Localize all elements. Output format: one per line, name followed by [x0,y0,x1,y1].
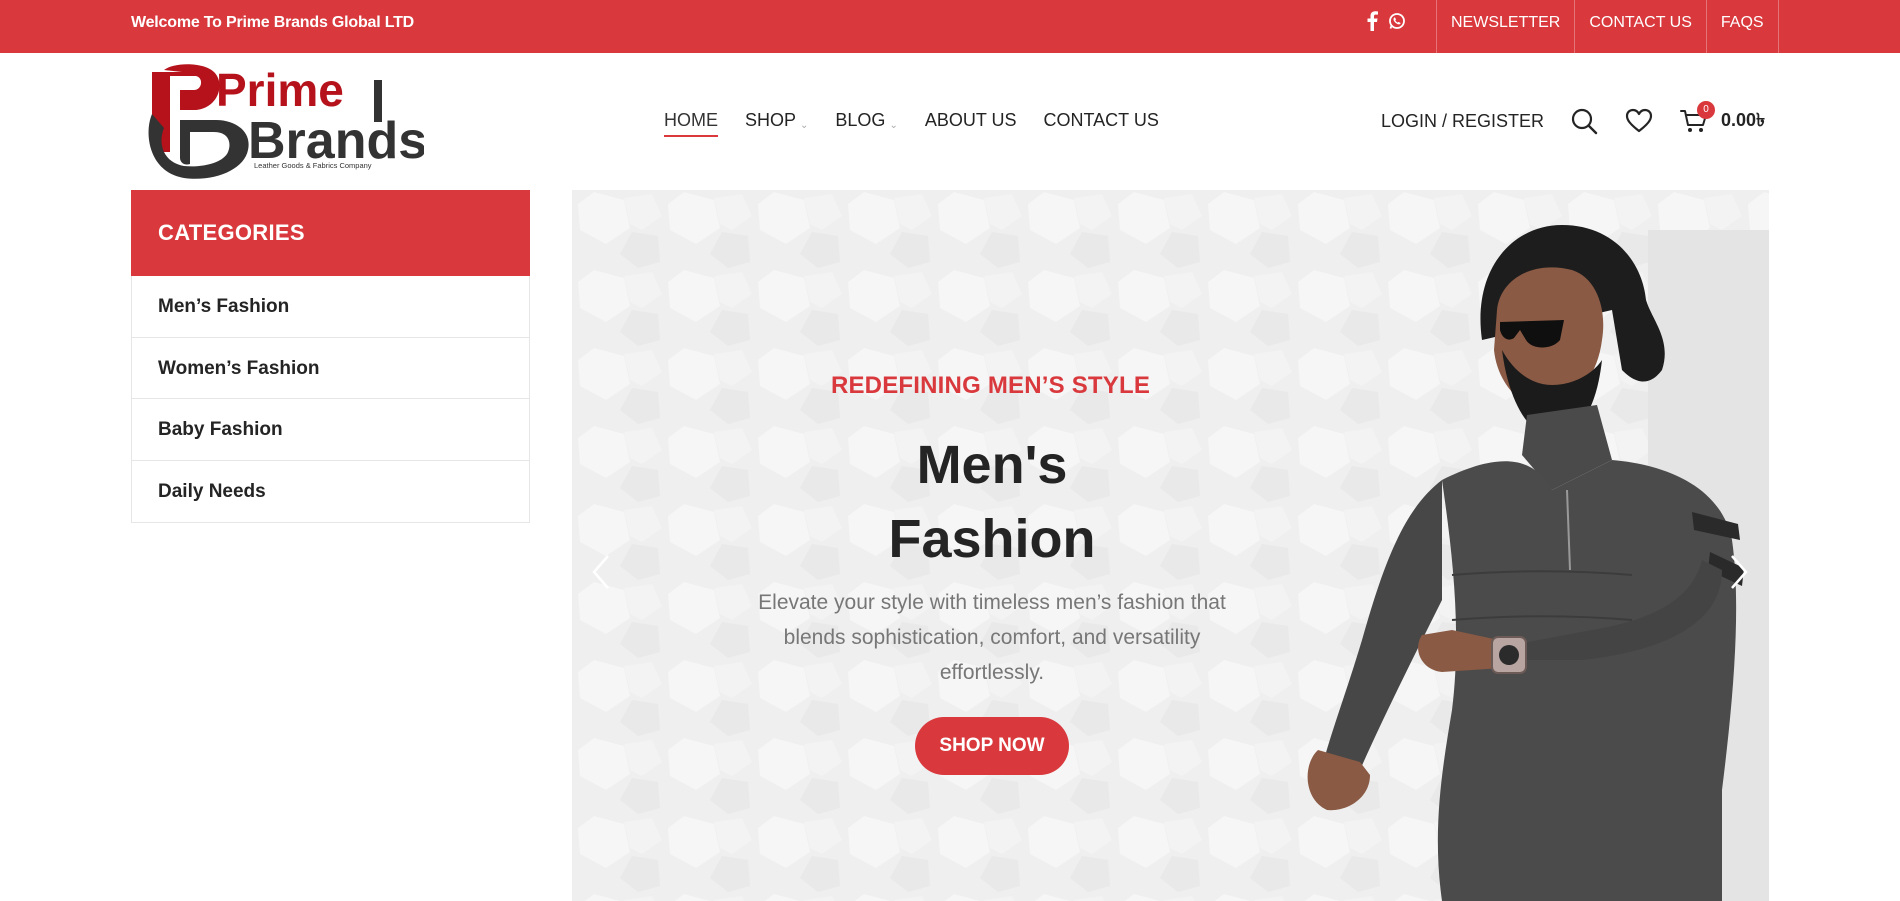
heart-icon[interactable] [1625,107,1653,135]
nav-shop-label: SHOP [745,110,797,130]
hero-model-image [1307,225,1769,901]
cart-count-badge: 0 [1697,101,1716,119]
nav-home[interactable]: HOME [664,108,718,138]
logo-word-prime: Prime [216,64,344,116]
categories-panel: CATEGORIES Men’s Fashion Women’s Fashion… [131,190,530,523]
chevron-down-icon: ⌄ [800,120,809,131]
category-womens-fashion[interactable]: Women’s Fashion [132,338,529,399]
category-baby-fashion[interactable]: Baby Fashion [132,399,529,461]
hero-description: Elevate your style with timeless men’s f… [758,591,1226,684]
search-icon[interactable] [1570,107,1598,135]
top-bar: Welcome To Prime Brands Global LTD NEWSL… [0,0,1900,53]
login-register-link[interactable]: LOGIN / REGISTER [1381,111,1544,132]
hero-slider: REDEFINING MEN’S STYLE Men's Fashion Ele… [572,190,1769,901]
main-nav: HOME SHOP ⌄ BLOG ⌄ ABOUT US CONTACT US [664,108,1159,138]
top-links: NEWSLETTER CONTACT US FAQS [1436,0,1779,53]
cart-icon[interactable]: 0 [1680,101,1716,135]
nav-about-us-label: ABOUT US [924,110,1017,130]
header-actions: LOGIN / REGISTER 0 0.00৳ [1381,101,1765,137]
facebook-icon[interactable] [1366,10,1378,36]
nav-blog-label: BLOG [835,110,886,130]
faqs-link[interactable]: FAQS [1707,0,1779,53]
nav-shop[interactable]: SHOP ⌄ [745,108,808,138]
welcome-text: Welcome To Prime Brands Global LTD [131,14,415,31]
slider-next-arrow[interactable] [1726,552,1750,592]
categories-title: CATEGORIES [131,190,530,276]
nav-contact-us[interactable]: CONTACT US [1044,108,1159,138]
logo-tagline: Leather Goods & Fabrics Company [254,161,372,170]
nav-about-us[interactable]: ABOUT US [925,108,1017,138]
cart-total[interactable]: 0.00৳ [1721,106,1765,137]
shop-now-button[interactable]: SHOP NOW [915,717,1069,775]
social-links [1366,10,1416,36]
chevron-down-icon: ⌄ [889,120,898,131]
nav-home-label: HOME [664,110,718,130]
nav-contact-us-label: CONTACT US [1043,110,1159,130]
categories-list: Men’s Fashion Women’s Fashion Baby Fashi… [131,276,530,523]
whatsapp-icon[interactable] [1388,12,1406,35]
newsletter-link[interactable]: NEWSLETTER [1437,0,1576,53]
logo[interactable]: Prime Brands Leather Goods & Fabrics Com… [144,62,427,182]
contact-us-link[interactable]: CONTACT US [1575,0,1707,53]
category-mens-fashion[interactable]: Men’s Fashion [132,276,529,338]
nav-blog[interactable]: BLOG ⌄ [835,108,897,138]
category-daily-needs[interactable]: Daily Needs [132,461,529,523]
